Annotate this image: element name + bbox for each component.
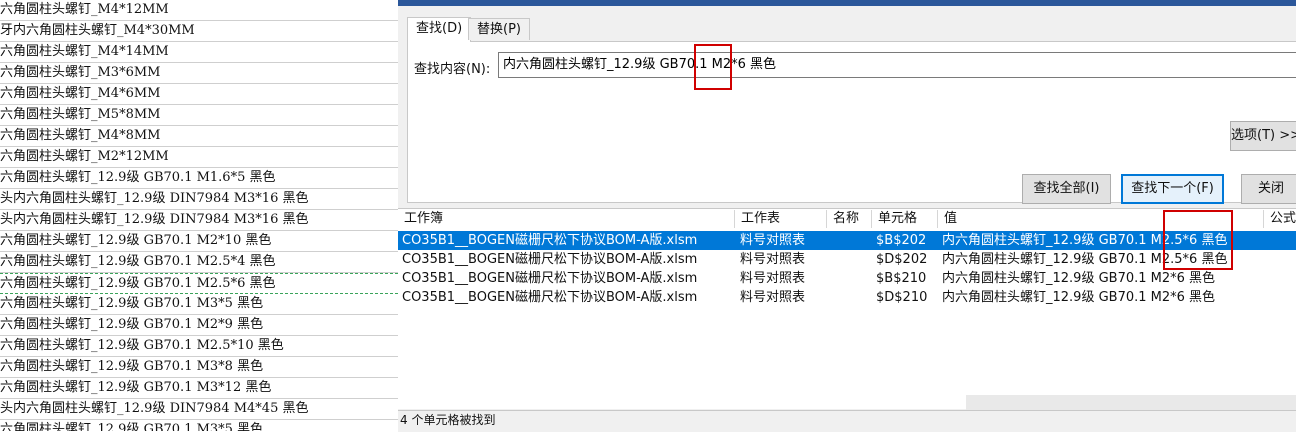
tab-replace[interactable]: 替换(P) bbox=[468, 18, 530, 40]
sheet-cell[interactable]: 头内六角圆柱头螺钉_12.9级 DIN7984 M3*16 黑色 bbox=[0, 189, 398, 210]
sheet-cell[interactable]: 六角圆柱头螺钉_12.9级 GB70.1 M2*9 黑色 bbox=[0, 315, 398, 336]
find-what-label: 查找内容(N): bbox=[414, 62, 491, 77]
sheet-cell[interactable]: 六角圆柱头螺钉_12.9级 GB70.1 M3*12 黑色 bbox=[0, 378, 398, 399]
column-header-worksheet[interactable]: 工作表 bbox=[735, 210, 827, 228]
result-row[interactable]: CO35B1__BOGEN磁栅尺松下协议BOM-A版.xlsm 料号对照表 $D… bbox=[398, 288, 1296, 307]
result-workbook: CO35B1__BOGEN磁栅尺松下协议BOM-A版.xlsm bbox=[402, 252, 698, 267]
sheet-cell[interactable]: 六角圆柱头螺钉_12.9级 GB70.1 M3*8 黑色 bbox=[0, 357, 398, 378]
column-header-workbook[interactable]: 工作簿 bbox=[398, 210, 735, 228]
sheet-cell[interactable]: 六角圆柱头螺钉_M4*12MM bbox=[0, 0, 398, 21]
result-row[interactable]: CO35B1__BOGEN磁栅尺松下协议BOM-A版.xlsm 料号对照表 $D… bbox=[398, 250, 1296, 269]
options-button[interactable]: 选项(T) >> bbox=[1230, 121, 1296, 151]
tab-find[interactable]: 查找(D) bbox=[407, 17, 472, 42]
result-workbook: CO35B1__BOGEN磁栅尺松下协议BOM-A版.xlsm bbox=[402, 290, 698, 305]
sheet-cell[interactable]: 六角圆柱头螺钉_12.9级 GB70.1 M3*5 黑色 bbox=[0, 294, 398, 315]
result-worksheet: 料号对照表 bbox=[740, 252, 806, 267]
result-value: 内六角圆柱头螺钉_12.9级 GB70.1 M2*6 黑色 bbox=[942, 271, 1216, 286]
sheet-cell[interactable]: 头内六角圆柱头螺钉_12.9级 DIN7984 M4*45 黑色 bbox=[0, 399, 398, 420]
sheet-cell[interactable]: 六角圆柱头螺钉_M5*8MM bbox=[0, 105, 398, 126]
result-row[interactable]: CO35B1__BOGEN磁栅尺松下协议BOM-A版.xlsm 料号对照表 $B… bbox=[398, 231, 1296, 250]
dialog-title-bar[interactable] bbox=[398, 0, 1296, 6]
column-header-formula[interactable]: 公式 bbox=[1264, 210, 1296, 228]
spreadsheet-grid: 六角圆柱头螺钉_M4*12MM 牙内六角圆柱头螺钉_M4*30MM 六角圆柱头螺… bbox=[0, 0, 399, 431]
status-bar: 4 个单元格被找到 bbox=[398, 410, 1296, 432]
sheet-cell[interactable]: 六角圆柱头螺钉_12.9级 GB70.1 M2.5*10 黑色 bbox=[0, 336, 398, 357]
sheet-cell[interactable]: 六角圆柱头螺钉_12.9级 GB70.1 M2.5*4 黑色 bbox=[0, 252, 398, 273]
result-value: 内六角圆柱头螺钉_12.9级 GB70.1 M2.5*6 黑色 bbox=[942, 252, 1228, 267]
sheet-cell[interactable]: 牙内六角圆柱头螺钉_M4*30MM bbox=[0, 21, 398, 42]
result-value: 内六角圆柱头螺钉_12.9级 GB70.1 M2.5*6 黑色 bbox=[942, 233, 1228, 248]
annotation-highlight-box bbox=[1163, 210, 1233, 270]
column-header-name[interactable]: 名称 bbox=[827, 210, 872, 228]
sheet-cell[interactable]: 六角圆柱头螺钉_12.9级 GB70.1 M2*10 黑色 bbox=[0, 231, 398, 252]
find-all-button[interactable]: 查找全部(I) bbox=[1022, 174, 1111, 204]
result-row[interactable]: CO35B1__BOGEN磁栅尺松下协议BOM-A版.xlsm 料号对照表 $B… bbox=[398, 269, 1296, 288]
find-next-button[interactable]: 查找下一个(F) bbox=[1121, 174, 1224, 204]
result-cell: $B$202 bbox=[876, 233, 927, 248]
result-cell: $B$210 bbox=[876, 271, 927, 286]
result-worksheet: 料号对照表 bbox=[740, 290, 806, 305]
sheet-cell[interactable]: 六角圆柱头螺钉_M3*6MM bbox=[0, 63, 398, 84]
sheet-cell[interactable]: 六角圆柱头螺钉_12.9级 GB70.1 M3*5 黑色 bbox=[0, 420, 398, 431]
close-button[interactable]: 关闭 bbox=[1241, 174, 1296, 204]
result-value: 内六角圆柱头螺钉_12.9级 GB70.1 M2*6 黑色 bbox=[942, 290, 1216, 305]
result-worksheet: 料号对照表 bbox=[740, 233, 806, 248]
result-workbook: CO35B1__BOGEN磁栅尺松下协议BOM-A版.xlsm bbox=[402, 233, 698, 248]
annotation-highlight-box bbox=[694, 44, 732, 90]
sheet-cell[interactable]: 六角圆柱头螺钉_M4*14MM bbox=[0, 42, 398, 63]
sheet-cell[interactable]: 六角圆柱头螺钉_M4*6MM bbox=[0, 84, 398, 105]
result-cell: $D$202 bbox=[876, 252, 928, 267]
result-workbook: CO35B1__BOGEN磁栅尺松下协议BOM-A版.xlsm bbox=[402, 271, 698, 286]
find-replace-dialog: 查找(D) 替换(P) 查找内容(N): 内六角圆柱头螺钉_12.9级 GB70… bbox=[398, 0, 1296, 432]
result-worksheet: 料号对照表 bbox=[740, 271, 806, 286]
sheet-cell-active[interactable]: 六角圆柱头螺钉_12.9级 GB70.1 M2.5*6 黑色 bbox=[0, 273, 398, 294]
sheet-cell[interactable]: 头内六角圆柱头螺钉_12.9级 DIN7984 M3*16 黑色 bbox=[0, 210, 398, 231]
column-header-cell[interactable]: 单元格 bbox=[872, 210, 938, 228]
sheet-cell[interactable]: 六角圆柱头螺钉_12.9级 GB70.1 M1.6*5 黑色 bbox=[0, 168, 398, 189]
result-cell: $D$210 bbox=[876, 290, 928, 305]
sheet-cell[interactable]: 六角圆柱头螺钉_M2*12MM bbox=[0, 147, 398, 168]
sheet-cell[interactable]: 六角圆柱头螺钉_M4*8MM bbox=[0, 126, 398, 147]
find-what-input[interactable]: 内六角圆柱头螺钉_12.9级 GB70.1 M2*6 黑色 bbox=[498, 52, 1296, 78]
